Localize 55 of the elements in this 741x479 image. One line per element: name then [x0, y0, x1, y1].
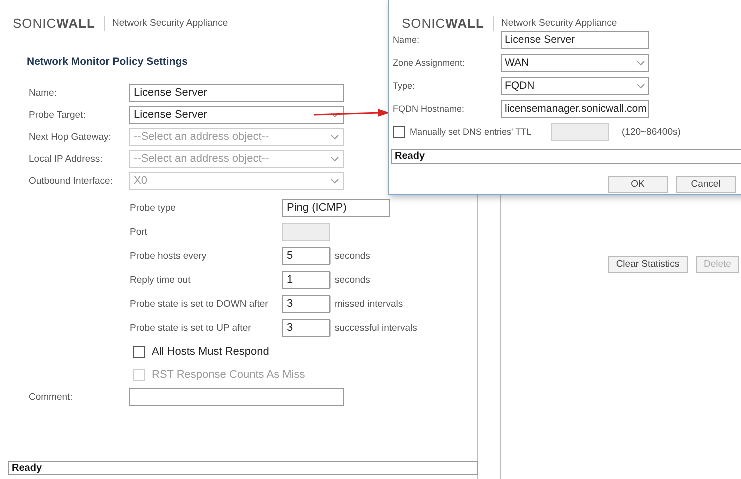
chevron-icon [331, 134, 339, 140]
field-label: Type: [392, 81, 416, 91]
checkbox-label: All Hosts Must Respond [152, 346, 270, 358]
checkbox-label: Manually set DNS entries' TTL [410, 127, 533, 137]
number-field[interactable]: 3 [282, 295, 330, 313]
range-hint: (120~86400s) [621, 126, 681, 138]
number-field[interactable]: 5 [282, 247, 330, 265]
field-label: Probe Target: [28, 110, 87, 120]
number-field[interactable]: 3 [282, 319, 330, 337]
checkbox[interactable] [393, 126, 405, 138]
unit-label: seconds [330, 272, 370, 288]
dropdown-field[interactable]: FQDN [501, 77, 649, 95]
comment-field[interactable] [129, 388, 344, 406]
field-label: FQDN Hostname: [392, 104, 466, 114]
dropdown-field[interactable]: WAN [501, 54, 649, 72]
field-label: Name: [392, 35, 421, 45]
unit-label: successful intervals [330, 320, 418, 336]
field-label: Probe state is set to UP after [130, 322, 252, 334]
checkbox-label: RST Response Counts As Miss [152, 368, 306, 380]
field-label: Next Hop Gateway: [28, 132, 112, 142]
unit-label: missed intervals [330, 296, 404, 312]
field-label: Outbound Interface: [28, 176, 114, 186]
field-label: Probe state is set to DOWN after [130, 298, 270, 310]
chevron-icon [331, 178, 339, 184]
unit-label: seconds [330, 248, 370, 264]
text-field[interactable]: License Server [501, 31, 649, 49]
chevron-icon [331, 156, 339, 162]
field-label: Port [130, 226, 148, 238]
product-name: Network Security Appliance [112, 18, 228, 28]
text-field[interactable]: License Server [129, 84, 344, 102]
field-label: Name: [28, 88, 58, 98]
dialog-button[interactable]: OK [608, 176, 668, 193]
chevron-icon [331, 112, 339, 118]
status-bar: Ready [391, 149, 741, 164]
text-field[interactable]: licensemanager.sonicwall.com [501, 100, 649, 118]
field-label: Comment: [28, 392, 74, 402]
field-label: Zone Assignment: [392, 58, 466, 68]
dialog-button[interactable]: Cancel [676, 176, 736, 193]
field-label: Local IP Address: [28, 154, 104, 164]
brand-logo: SONICWALL [402, 16, 494, 30]
checkbox[interactable] [133, 346, 145, 358]
window-button[interactable]: Clear Statistics [608, 256, 688, 273]
dropdown-field[interactable]: License Server [129, 106, 344, 124]
field-label: Probe type [130, 202, 177, 214]
dropdown-field[interactable]: Ping (ICMP) [282, 199, 390, 217]
section-heading: Network Monitor Policy Settings [27, 56, 188, 68]
field-label: Probe hosts every [130, 250, 208, 262]
chevron-icon [637, 60, 645, 66]
number-field[interactable]: 1 [282, 271, 330, 289]
ttl-field[interactable] [551, 123, 609, 141]
chevron-icon [637, 84, 645, 88]
field-label: Reply time out [130, 274, 192, 286]
product-name: Network Security Appliance [500, 18, 618, 28]
brand-logo: SONICWALL [13, 16, 104, 30]
status-bar: Ready [8, 461, 478, 475]
